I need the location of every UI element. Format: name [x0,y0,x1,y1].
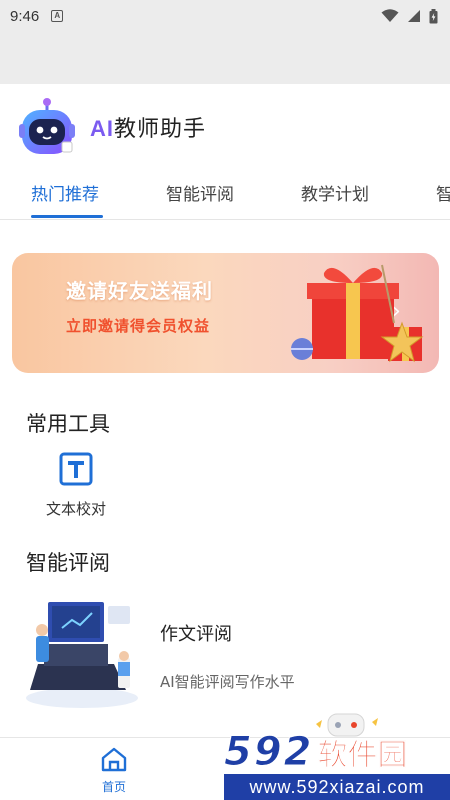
app-title-ai: AI [90,116,114,141]
status-bar: 9:46 A [0,0,450,32]
tab-smart-review[interactable]: 智能评阅 [166,180,234,205]
battery-icon [429,8,438,23]
tab-hot[interactable]: 热门推荐 [31,180,99,205]
tab-teaching-plan[interactable]: 教学计划 [301,180,369,205]
tab-more[interactable]: 智 [436,180,450,205]
watermark-url: www.592xiazai.com [224,774,450,800]
banner-subtitle: 立即邀请得会员权益 [66,317,211,335]
wifi-icon [381,9,399,22]
nav-home[interactable]: 首页 [92,746,136,795]
review-section-title: 智能评阅 [26,551,110,575]
watermark: 592 软件园 www.592xiazai.com [224,729,450,800]
review-card-title: 作文评阅 [160,624,232,645]
tab-active-indicator [31,215,103,218]
watermark-text: 软件园 [317,738,408,774]
tool-label: 文本校对 [45,500,106,518]
status-icons [381,8,438,24]
invite-banner[interactable]: 邀请好友送福利 立即邀请得会员权益 › [12,253,439,373]
status-band [0,32,450,84]
robot-logo-icon [19,98,75,154]
banner-title: 邀请好友送福利 [66,279,213,303]
app-title-text: 教师助手 [114,117,207,142]
category-tabs: 热门推荐 智能评阅 教学计划 智 [0,172,450,220]
tools-section-title: 常用工具 [26,412,110,436]
nav-home-label: 首页 [101,780,126,794]
review-card-description: AI智能评阅写作水平 [160,673,295,691]
tool-text-proofread[interactable]: 文本校对 [38,452,114,519]
gift-box-icon [291,264,424,363]
app-header: AI教师助手 [0,84,450,170]
signal-icon [408,10,420,22]
text-t-icon [59,452,93,486]
essay-review-illustration [26,602,138,708]
app-title: AI教师助手 [90,111,206,143]
notification-a-icon: A [51,10,64,22]
status-time: 9:46 [10,7,40,25]
watermark-number: 592 [224,729,314,776]
banner-next-arrow[interactable]: › [392,299,401,324]
home-icon [101,747,127,772]
watermark-logo: 592 软件园 [224,729,450,776]
essay-review-card[interactable]: 作文评阅 AI智能评阅写作水平 [22,598,432,712]
